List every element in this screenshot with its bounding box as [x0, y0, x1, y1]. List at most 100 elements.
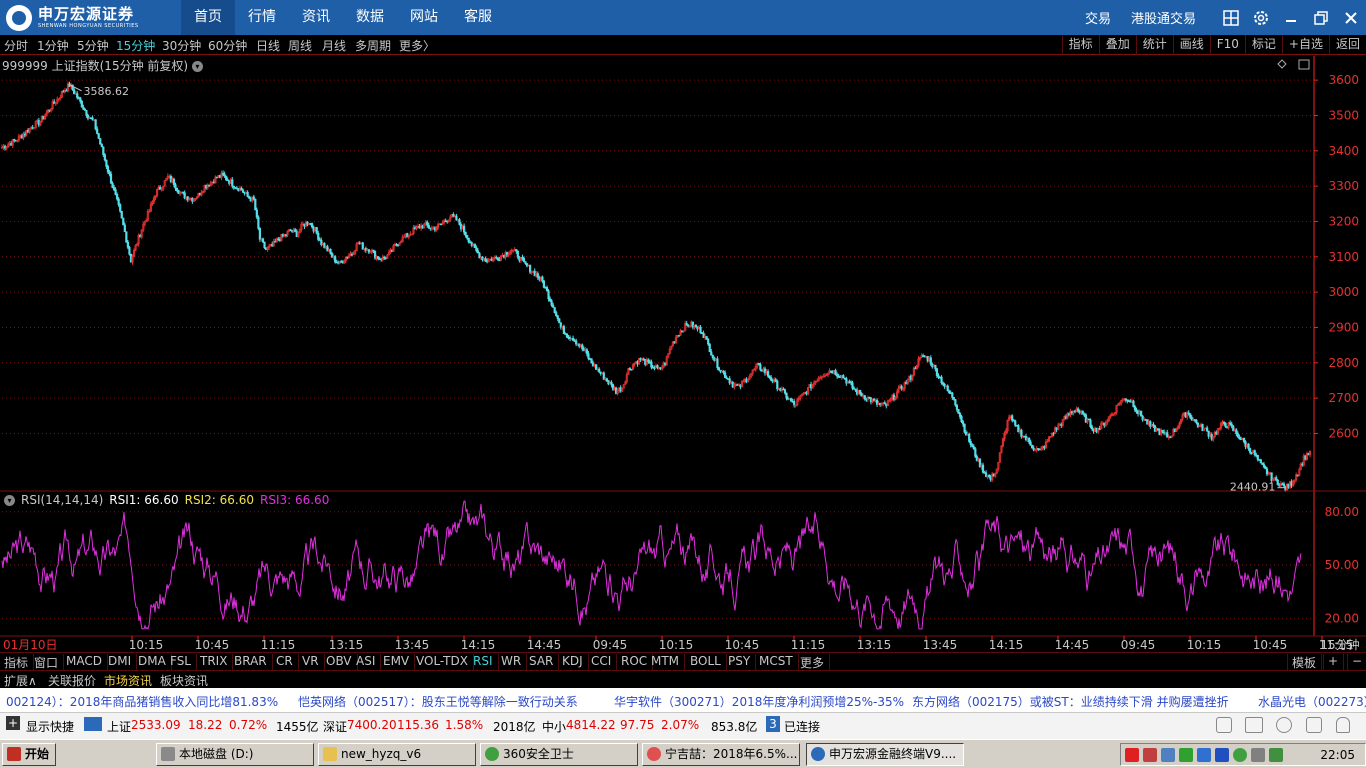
- tool-overlay[interactable]: 叠加: [1098, 35, 1136, 55]
- indicator-cci[interactable]: CCI: [591, 654, 618, 670]
- indicator-roc[interactable]: ROC: [621, 654, 654, 670]
- candle-down: [1265, 468, 1269, 475]
- gear-icon[interactable]: [1246, 0, 1276, 35]
- tool-stats[interactable]: 统计: [1135, 35, 1173, 55]
- nav-home[interactable]: 首页: [181, 0, 235, 35]
- ticker-item[interactable]: 水晶光电（002273）: [1258, 693, 1366, 710]
- indicator-fsl[interactable]: FSL: [170, 654, 197, 670]
- indicator-sar[interactable]: SAR: [529, 654, 560, 670]
- show-shortcuts[interactable]: 显示快捷: [26, 718, 74, 735]
- tab-related-quotes[interactable]: 关联报价: [48, 672, 96, 689]
- indicator-vr[interactable]: VR: [302, 654, 325, 670]
- hk-connect-link[interactable]: 港股通交易: [1131, 8, 1196, 27]
- task-360[interactable]: 360安全卫士: [480, 743, 638, 766]
- ticker-item[interactable]: 恺英网络（002517）：股东王悦等解除一致行动关系: [298, 693, 578, 710]
- tray-icon[interactable]: [1179, 748, 1193, 762]
- indicator-dmi[interactable]: DMI: [108, 654, 138, 670]
- period-1min[interactable]: 1分钟: [37, 37, 69, 54]
- task-folder[interactable]: new_hyzq_v6: [318, 743, 476, 766]
- indicator-macd[interactable]: MACD: [66, 654, 108, 670]
- indicator-vol-tdx[interactable]: VOL-TDX: [416, 654, 474, 670]
- dropdown-icon[interactable]: ▾: [191, 61, 203, 72]
- remove-indicator-button[interactable]: −: [1347, 654, 1366, 670]
- restore-icon[interactable]: [1306, 0, 1336, 35]
- period-daily[interactable]: 日线: [256, 37, 280, 54]
- bluetooth-icon[interactable]: [1215, 748, 1229, 762]
- period-monthly[interactable]: 月线: [322, 37, 346, 54]
- indicator-rsi[interactable]: RSI: [473, 654, 499, 670]
- diamond-icon[interactable]: [1277, 59, 1287, 69]
- tray-icon[interactable]: [1143, 748, 1157, 762]
- task-browser[interactable]: 宁吉喆：2018年6.5%...: [642, 743, 800, 766]
- indicator-cr[interactable]: CR: [276, 654, 299, 670]
- indicator--[interactable]: 窗口: [34, 654, 65, 670]
- close-icon[interactable]: [1336, 0, 1366, 35]
- tray-icon[interactable]: [1125, 748, 1139, 762]
- support-icon[interactable]: [1276, 717, 1292, 733]
- nav-website[interactable]: 网站: [397, 0, 451, 35]
- price-tick-label: 2900: [1328, 320, 1359, 334]
- symbol-label[interactable]: 999999 上证指数(15分钟 前复权) ▾: [2, 57, 203, 74]
- nav-data[interactable]: 数据: [343, 0, 397, 35]
- indicator-brar[interactable]: BRAR: [234, 654, 273, 670]
- indicator--[interactable]: 指标: [4, 654, 35, 670]
- ticker-item[interactable]: 东方网络（002175）或被ST：业绩持续下滑 并购屡遭挫折: [912, 693, 1229, 710]
- tab-market-news[interactable]: 市场资讯: [104, 672, 152, 689]
- period-15min[interactable]: 15分钟: [116, 37, 155, 54]
- plus-icon[interactable]: +: [6, 716, 20, 730]
- indicator-emv[interactable]: EMV: [383, 654, 416, 670]
- task-terminal[interactable]: 申万宏源金融终端V9....: [806, 743, 964, 766]
- indicator-asi[interactable]: ASI: [356, 654, 382, 670]
- mute-icon[interactable]: [1306, 717, 1322, 733]
- keyboard-icon[interactable]: [1245, 717, 1263, 733]
- tool-add-watchlist[interactable]: +自选: [1281, 35, 1329, 55]
- logo-icon: [6, 5, 32, 31]
- ticker-item[interactable]: 002124）：2018年商品猪销售收入同比增81.83%: [6, 693, 278, 710]
- panel-icon[interactable]: [1298, 59, 1310, 70]
- period-30min[interactable]: 30分钟: [162, 37, 201, 54]
- trade-link[interactable]: 交易: [1085, 8, 1111, 27]
- tool-f10[interactable]: F10: [1209, 35, 1245, 55]
- indicator-mtm[interactable]: MTM: [651, 654, 686, 670]
- start-button[interactable]: 开始: [2, 743, 56, 766]
- period-more[interactable]: 更多〉: [399, 37, 435, 54]
- indicator-psy[interactable]: PSY: [728, 654, 757, 670]
- indicator-dma[interactable]: DMA: [138, 654, 172, 670]
- ticker-item[interactable]: 华宇软件（300271）2018年度净利润预增25%-35%: [614, 693, 904, 710]
- period-5min[interactable]: 5分钟: [77, 37, 109, 54]
- minimize-icon[interactable]: [1276, 0, 1306, 35]
- indicator-kdj[interactable]: KDJ: [562, 654, 589, 670]
- indicator-trix[interactable]: TRIX: [200, 654, 234, 670]
- tool-draw[interactable]: 画线: [1172, 35, 1210, 55]
- nav-quotes[interactable]: 行情: [235, 0, 289, 35]
- tool-indicator[interactable]: 指标: [1061, 35, 1099, 55]
- tab-sector-news[interactable]: 板块资讯: [160, 672, 208, 689]
- tab-expand[interactable]: 扩展∧: [4, 672, 37, 689]
- nav-news[interactable]: 资讯: [289, 0, 343, 35]
- speaker-icon[interactable]: [1216, 717, 1232, 733]
- indicator-wr[interactable]: WR: [501, 654, 528, 670]
- tool-mark[interactable]: 标记: [1244, 35, 1282, 55]
- indicator-boll[interactable]: BOLL: [690, 654, 727, 670]
- period-timeshare[interactable]: 分时: [4, 37, 28, 54]
- task-local-disk[interactable]: 本地磁盘 (D:): [156, 743, 314, 766]
- indicator--[interactable]: 更多: [800, 654, 831, 670]
- tray-icon[interactable]: [1197, 748, 1211, 762]
- template-button[interactable]: 模板: [1287, 654, 1323, 670]
- tray-icon[interactable]: [1233, 748, 1247, 762]
- period-weekly[interactable]: 周线: [288, 37, 312, 54]
- tray-icon[interactable]: [1269, 748, 1283, 762]
- tray-icon[interactable]: [1161, 748, 1175, 762]
- add-indicator-button[interactable]: +: [1323, 654, 1345, 670]
- tray-icon[interactable]: [1251, 748, 1265, 762]
- period-multi[interactable]: 多周期: [355, 37, 391, 54]
- bell-icon[interactable]: [1336, 717, 1350, 733]
- collapse-icon[interactable]: ▾: [4, 494, 15, 506]
- grid-icon[interactable]: [1216, 0, 1246, 35]
- tool-back[interactable]: 返回: [1328, 35, 1366, 55]
- nav-service[interactable]: 客服: [451, 0, 505, 35]
- chart-canvas[interactable]: 3600 3500 3400 3300 3200 3100 3000 2900 2800 2700…: [0, 56, 1366, 652]
- indicator-obv[interactable]: OBV: [326, 654, 358, 670]
- indicator-mcst[interactable]: MCST: [759, 654, 799, 670]
- period-60min[interactable]: 60分钟: [208, 37, 247, 54]
